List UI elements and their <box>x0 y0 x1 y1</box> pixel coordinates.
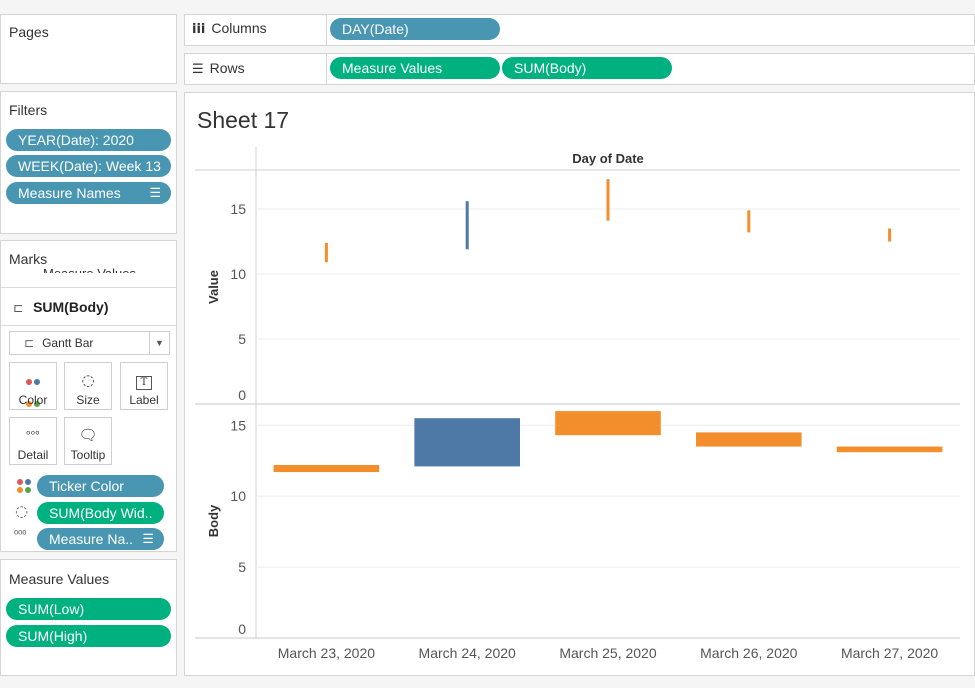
chevron-down-icon: ▼ <box>149 332 169 354</box>
size-field-icon: ◌ <box>15 502 29 520</box>
marks-measure-label: SUM(Body) <box>33 299 109 315</box>
detail-icon: ᵒᵒᵒ <box>26 428 40 441</box>
mark-type-value: Gantt Bar <box>42 336 94 350</box>
rows-icon: ☰ <box>192 62 204 77</box>
marks-tab-sum-body[interactable]: ⊏ SUM(Body) <box>13 299 109 315</box>
detail-button-label: Detail <box>17 448 49 462</box>
columns-shelf <box>184 14 975 46</box>
color-icon <box>10 369 56 407</box>
rows-pill-sum-body[interactable]: SUM(Body) <box>502 57 672 79</box>
size-button[interactable]: ◌ Size <box>64 362 112 410</box>
marks-tab-measure-values[interactable]: Measure Values <box>43 263 136 273</box>
pages-title: Pages <box>9 24 49 40</box>
filter-year[interactable]: YEAR(Date): 2020 <box>6 129 171 151</box>
marks-title: Marks <box>9 251 48 267</box>
detail-field-icon: ᵒᵒᵒ <box>14 528 27 540</box>
pages-card: Pages <box>0 14 177 84</box>
label-button-label: Label <box>129 393 159 407</box>
filter-measure-names[interactable]: Measure Names ☰ <box>6 182 171 204</box>
rows-pill-measure-values[interactable]: Measure Values <box>330 57 500 79</box>
filter-sort-icon: ☰ <box>149 185 161 200</box>
marks-field-measure-names-label: Measure Na.. <box>49 531 134 547</box>
marks-sort-icon: ☰ <box>142 531 154 546</box>
sheet-title: Sheet 17 <box>197 107 290 133</box>
size-icon: ◌ <box>81 371 95 389</box>
columns-label: Columns <box>211 20 267 36</box>
mark-type-dropdown[interactable]: ⊏ Gantt Bar ▼ <box>9 331 170 355</box>
marks-field-ticker-color[interactable]: Ticker Color <box>37 475 164 497</box>
gantt-icon: ⊏ <box>13 301 24 315</box>
filter-week[interactable]: WEEK(Date): Week 13 <box>6 155 171 177</box>
marks-field-measure-names[interactable]: Measure Na.. ☰ <box>37 528 164 550</box>
filter-measure-names-label: Measure Names <box>18 185 121 201</box>
filters-title: Filters <box>9 102 48 118</box>
detail-button[interactable]: ᵒᵒᵒ Detail <box>9 417 57 465</box>
rows-shelf-label: ☰ Rows <box>192 60 245 77</box>
color-field-icon <box>16 479 32 495</box>
size-button-label: Size <box>76 393 100 407</box>
columns-pill-day-date[interactable]: DAY(Date) <box>330 18 500 40</box>
marks-field-body-width[interactable]: SUM(Body Wid.. <box>37 502 164 524</box>
columns-shelf-label: iii Columns <box>192 20 267 37</box>
columns-icon: iii <box>192 22 206 37</box>
rows-label: Rows <box>209 60 245 76</box>
color-button-label: Color <box>18 393 48 407</box>
label-button[interactable]: T Label <box>120 362 168 410</box>
measure-values-title: Measure Values <box>9 571 110 587</box>
measure-value-high[interactable]: SUM(High) <box>6 625 171 647</box>
label-icon: T <box>121 369 167 391</box>
tooltip-icon: 🗨 <box>78 426 98 444</box>
sheet-view <box>184 92 975 676</box>
tooltip-button[interactable]: 🗨 Tooltip <box>64 417 112 465</box>
color-button[interactable]: Color <box>9 362 57 410</box>
gantt-bar-icon: ⊏ <box>24 336 35 350</box>
tooltip-button-label: Tooltip <box>70 448 106 462</box>
measure-value-low[interactable]: SUM(Low) <box>6 598 171 620</box>
